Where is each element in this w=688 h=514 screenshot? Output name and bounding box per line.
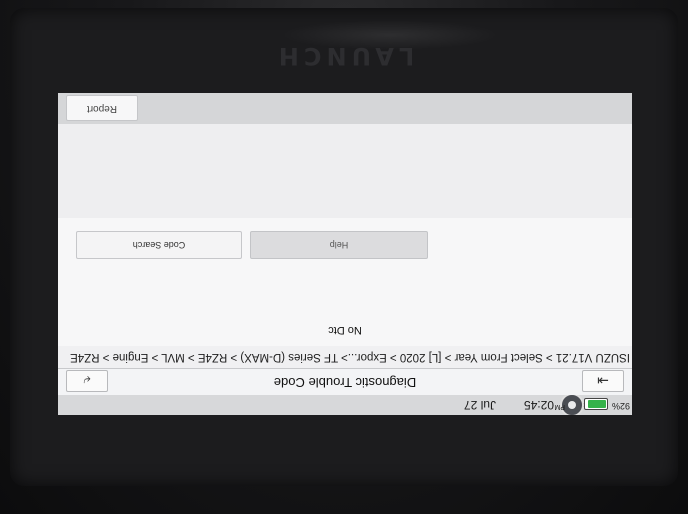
dtc-status-message: No Dtc: [328, 324, 362, 336]
help-button[interactable]: Help: [250, 231, 428, 259]
page-title: Diagnostic Trouble Code: [273, 375, 417, 390]
status-ampm: PM: [554, 403, 566, 410]
battery-percent: 92%: [611, 401, 630, 411]
status-time: 02:45: [523, 398, 554, 412]
back-button[interactable]: ⤶: [66, 370, 108, 392]
report-button[interactable]: Report: [66, 95, 138, 121]
status-date: Jul 27: [463, 398, 496, 412]
battery-icon: [584, 398, 608, 410]
dtc-panel: No Dtc Help Code Search: [58, 218, 632, 346]
battery-level-fill: [587, 400, 606, 408]
status-bar: 92% PM 02:45 Jul 27: [58, 393, 632, 415]
breadcrumb-path: ISUZU V17.21 > Select From Year > [L] 20…: [70, 351, 630, 363]
breadcrumb: ISUZU V17.21 > Select From Year > [L] 20…: [58, 346, 632, 368]
title-bar: ⇥ Diagnostic Trouble Code ⤶: [58, 368, 632, 395]
device-screen: 92% PM 02:45 Jul 27 ⇥ Diagnostic Trouble…: [58, 93, 632, 415]
brand-logo: LAUNCH: [273, 42, 415, 70]
code-search-button[interactable]: Code Search: [76, 231, 242, 259]
device-photo: LAUNCH 92% PM 02:45 Jul 27 ⇥ Diagnostic …: [0, 0, 688, 514]
footer-toolbar: Report: [58, 93, 632, 124]
back-arrow-icon: ⤶: [83, 373, 91, 389]
content-area: [58, 124, 632, 218]
